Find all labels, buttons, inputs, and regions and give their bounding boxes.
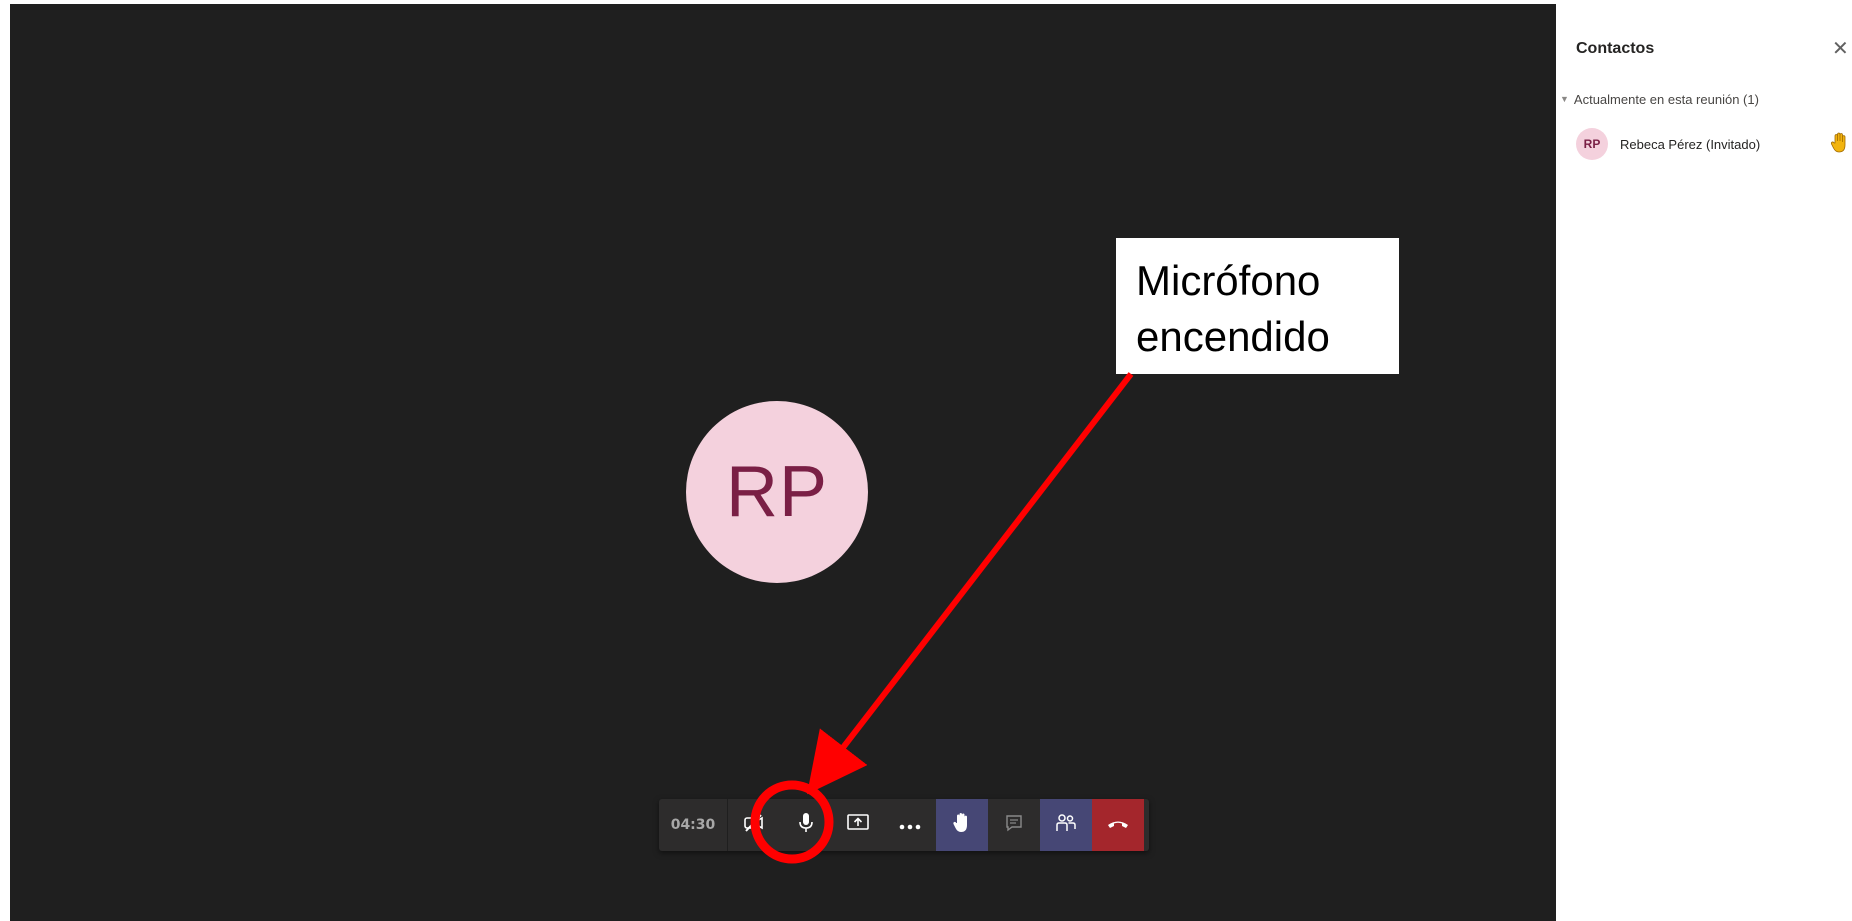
- participant-name: Rebeca Pérez (Invitado): [1620, 136, 1761, 152]
- chat-icon: [1004, 813, 1024, 837]
- section-header-in-meeting[interactable]: ▼ Actualmente en esta reunión (1): [1560, 92, 1759, 107]
- chevron-down-icon: ▼: [1560, 94, 1569, 104]
- hangup-icon: [1106, 816, 1130, 835]
- raised-hand-icon: [1830, 132, 1850, 158]
- call-controls-toolbar: 04:30: [659, 799, 1149, 851]
- raise-hand-button[interactable]: [936, 799, 988, 851]
- share-screen-button[interactable]: [832, 799, 884, 851]
- raise-hand-icon: [952, 812, 972, 838]
- close-icon[interactable]: ✕: [1832, 38, 1849, 58]
- section-label: Actualmente en esta reunión (1): [1573, 92, 1759, 107]
- camera-button[interactable]: [728, 799, 780, 851]
- chat-button[interactable]: [988, 799, 1040, 851]
- annotation-callout: Micrófono encendido: [1116, 238, 1399, 374]
- avatar: RP: [1576, 128, 1608, 160]
- participants-button[interactable]: [1040, 799, 1092, 851]
- hangup-button[interactable]: [1092, 799, 1144, 851]
- participant-avatar-large: RP: [686, 401, 868, 583]
- share-screen-icon: [846, 813, 870, 837]
- microphone-button[interactable]: [780, 799, 832, 851]
- more-icon: [898, 816, 922, 835]
- people-icon: [1055, 812, 1077, 838]
- panel-title: Contactos: [1576, 40, 1655, 57]
- annotation-line-1: Micrófono: [1136, 257, 1321, 304]
- microphone-icon: [797, 812, 815, 838]
- participant-row[interactable]: RP Rebeca Pérez (Invitado): [1576, 128, 1846, 160]
- more-options-button[interactable]: [884, 799, 936, 851]
- annotation-line-2: encendido: [1136, 313, 1330, 360]
- video-stage: RP 04:30: [10, 4, 1556, 921]
- call-timer: 04:30: [659, 799, 728, 851]
- contacts-panel: Contactos ✕ ▼ Actualmente en esta reunión…: [1556, 0, 1852, 921]
- camera-off-icon: [743, 813, 765, 837]
